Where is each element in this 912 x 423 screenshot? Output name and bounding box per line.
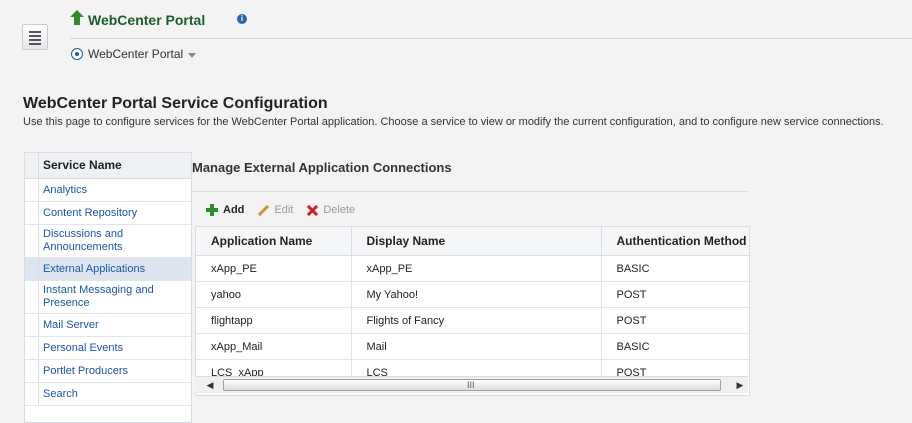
scrollbar-grip: III [467, 380, 475, 390]
add-label: Add [223, 204, 245, 216]
scroll-left-icon[interactable]: ◀ [203, 377, 217, 393]
column-header[interactable]: Authentication Method [601, 227, 749, 256]
column-header[interactable]: Application Name [196, 227, 352, 256]
table-cell: My Yahoo! [351, 281, 602, 308]
table-cell: flightapp [196, 307, 352, 334]
add-button[interactable]: Add [205, 203, 244, 217]
connections-table: Application Name Display Name Authentica… [195, 226, 750, 396]
table-header-row: Application Name Display Name Authentica… [196, 227, 749, 256]
table-cell: BASIC [601, 333, 749, 360]
table-cell: POST [601, 307, 749, 334]
table-cell: xApp_Mail [196, 333, 352, 360]
table-row[interactable]: xApp_PE xApp_PE BASIC [196, 255, 749, 282]
sidebar-item[interactable]: Analytics [25, 179, 191, 202]
table-cell: BASIC [601, 255, 749, 282]
chevron-down-icon[interactable] [188, 53, 196, 58]
sidebar-item-label: Personal Events [43, 341, 124, 354]
page-title: WebCenter Portal Service Configuration [23, 95, 328, 112]
delete-icon [305, 203, 319, 217]
table-cell: Flights of Fancy [351, 307, 602, 334]
table-cell: xApp_PE [351, 255, 602, 282]
table-cell: xApp_PE [196, 255, 352, 282]
header: WebCenter Portal i WebCenter Portal [0, 0, 912, 80]
sidebar-item-label: Mail Server [43, 318, 99, 331]
portal-title-link[interactable]: WebCenter Portal [88, 12, 205, 28]
toolbar: Add Edit Delete [205, 200, 355, 220]
sidebar-item-label: Search [43, 387, 78, 400]
table-cell: POST [601, 281, 749, 308]
scrollbar-thumb[interactable]: III [223, 379, 721, 391]
sidebar-header: Service Name [25, 153, 191, 179]
divider [192, 191, 748, 192]
edit-label: Edit [274, 204, 294, 216]
sidebar-item[interactable]: Discussions and Announcements [25, 225, 191, 258]
horizontal-scrollbar[interactable]: ◀ III ▶ [195, 376, 748, 393]
table-cell: Mail [351, 333, 602, 360]
table-row[interactable]: xApp_Mail Mail BASIC [196, 333, 749, 360]
column-header[interactable]: Display Name [351, 227, 602, 256]
sidebar-item[interactable]: External Applications [25, 258, 191, 281]
sidebar-item-label: Content Repository [43, 206, 138, 219]
scroll-right-icon[interactable]: ▶ [733, 377, 747, 393]
menu-icon[interactable] [22, 24, 48, 50]
sidebar-item[interactable]: Content Repository [25, 202, 191, 225]
sidebar-item-label: Discussions and Announcements [43, 228, 124, 253]
sidebar-item-label: External Applications [43, 262, 146, 275]
table-row[interactable]: flightapp Flights of Fancy POST [196, 307, 749, 334]
section-title: Manage External Application Connections [192, 160, 452, 175]
pencil-icon [256, 203, 270, 217]
edit-button[interactable]: Edit [256, 203, 293, 217]
up-arrow-icon[interactable] [70, 10, 84, 26]
table-cell: yahoo [196, 281, 352, 308]
sidebar-item-label: Portlet Producers [43, 364, 128, 377]
divider [70, 38, 912, 39]
delete-button[interactable]: Delete [305, 203, 355, 217]
radio-icon[interactable] [71, 48, 83, 60]
breadcrumb[interactable]: WebCenter Portal [88, 47, 183, 61]
sidebar-item[interactable]: Instant Messaging and Presence [25, 281, 191, 314]
sidebar-item[interactable]: Search [25, 383, 191, 406]
sidebar-item[interactable]: Personal Events [25, 337, 191, 360]
info-icon[interactable]: i [237, 14, 247, 24]
plus-icon [205, 203, 219, 217]
delete-label: Delete [323, 204, 356, 216]
sidebar-item[interactable]: Portlet Producers [25, 360, 191, 383]
service-sidebar: Service Name Analytics Content Repository… [24, 152, 192, 423]
sidebar-item-label: Analytics [43, 183, 88, 196]
page-description: Use this page to configure services for … [23, 116, 884, 128]
sidebar-item[interactable]: Mail Server [25, 314, 191, 337]
table-row[interactable]: yahoo My Yahoo! POST [196, 281, 749, 308]
sidebar-item-label: Instant Messaging and Presence [43, 284, 154, 309]
